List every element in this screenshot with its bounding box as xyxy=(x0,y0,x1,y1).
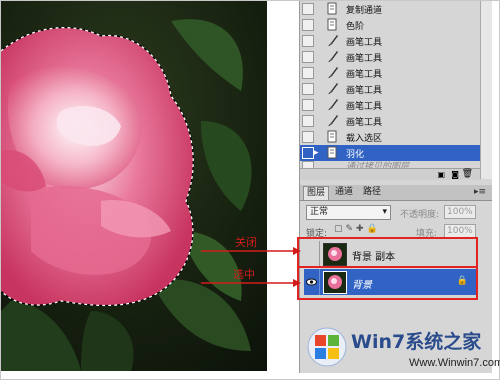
opacity-field[interactable]: 100% xyxy=(444,205,476,219)
history-doc-icon xyxy=(326,146,338,159)
history-item-label: 画笔工具 xyxy=(346,38,383,48)
callout-close-box xyxy=(297,237,478,268)
history-item[interactable]: 画笔工具 xyxy=(300,49,481,65)
brush-icon xyxy=(326,82,338,95)
history-item-label: 画笔工具 xyxy=(346,118,383,128)
watermark-url: Www.Winwin7.com xyxy=(409,357,500,369)
opacity-label: 不透明度: xyxy=(400,210,440,220)
history-checkbox[interactable] xyxy=(302,115,314,127)
brush-icon xyxy=(326,50,338,63)
panel-menu-icon[interactable]: ▸≡ xyxy=(474,187,486,197)
callout-select-box xyxy=(297,266,478,300)
history-doc-icon xyxy=(326,130,338,143)
history-doc-icon xyxy=(326,18,338,31)
tab-channels[interactable]: 通道 xyxy=(332,186,356,199)
history-item[interactable]: 色阶 xyxy=(300,17,481,33)
chevron-down-icon: ▾ xyxy=(382,207,387,217)
history-item[interactable]: 画笔工具 xyxy=(300,33,481,49)
history-item[interactable]: 画笔工具 xyxy=(300,97,481,113)
history-scrollbar[interactable] xyxy=(480,1,492,179)
history-checkbox[interactable] xyxy=(302,131,314,143)
watermark-title: Win7系统之家 xyxy=(351,331,482,353)
watermark: Win7系统之家 Www.Winwin7.com xyxy=(299,321,500,377)
tab-layers[interactable]: 图层 xyxy=(303,186,330,200)
history-item-label: 画笔工具 xyxy=(346,54,383,64)
windows-logo-icon xyxy=(307,327,347,367)
history-item[interactable]: 复制通道 xyxy=(300,1,481,17)
blend-mode-select[interactable]: 正常 ▾ xyxy=(306,205,391,220)
document-canvas[interactable] xyxy=(1,1,267,371)
history-item-label: 画笔工具 xyxy=(346,102,383,112)
history-state-arrow-icon: ▸ xyxy=(314,148,319,158)
history-item-label: 画笔工具 xyxy=(346,86,383,96)
brush-icon xyxy=(326,34,338,47)
history-checkbox[interactable] xyxy=(302,19,314,31)
history-item[interactable]: 画笔工具 xyxy=(300,65,481,81)
screenshot-frame: 复制通道 色阶 画笔工具 画笔工具 画笔工具 画笔工具 画笔工具 画笔工具 载入… xyxy=(0,0,500,380)
trash-icon[interactable]: 🗑 xyxy=(462,169,473,179)
brush-icon xyxy=(326,66,338,79)
history-checkbox[interactable] xyxy=(302,83,314,95)
fill-field[interactable]: 100% xyxy=(444,224,476,238)
brush-icon xyxy=(326,114,338,127)
history-toolbar: ▣ ◙ 🗑 xyxy=(300,168,481,180)
history-checkbox[interactable] xyxy=(302,3,314,15)
history-item-label: 色阶 xyxy=(346,22,365,32)
tab-paths[interactable]: 路径 xyxy=(360,186,384,199)
history-item-label: 复制通道 xyxy=(346,6,383,16)
layers-tabbar: 图层 通道 路径 ▸≡ xyxy=(300,185,492,201)
history-item-label: 画笔工具 xyxy=(346,70,383,80)
peony-image xyxy=(1,1,267,371)
history-item[interactable]: 画笔工具 xyxy=(300,81,481,97)
history-doc-icon xyxy=(326,2,338,15)
history-item[interactable]: 画笔工具 xyxy=(300,113,481,129)
blend-mode-value: 正常 xyxy=(310,207,329,217)
history-checkbox[interactable] xyxy=(302,67,314,79)
photoshop-panels: 复制通道 色阶 画笔工具 画笔工具 画笔工具 画笔工具 画笔工具 画笔工具 载入… xyxy=(299,1,492,373)
history-checkbox[interactable] xyxy=(302,147,314,159)
new-document-icon[interactable]: ▣ xyxy=(437,170,445,179)
history-checkbox[interactable] xyxy=(302,99,314,111)
history-checkbox[interactable] xyxy=(302,51,314,63)
lock-options-icons[interactable]: ▢✎✚🔒 xyxy=(334,224,381,234)
history-item-label: 载入选区 xyxy=(346,134,383,144)
history-item[interactable]: 载入选区 xyxy=(300,129,481,145)
brush-icon xyxy=(326,98,338,111)
annotation-arrows xyxy=(201,247,301,287)
history-checkbox[interactable] xyxy=(302,35,314,47)
camera-icon[interactable]: ◙ xyxy=(451,170,459,179)
